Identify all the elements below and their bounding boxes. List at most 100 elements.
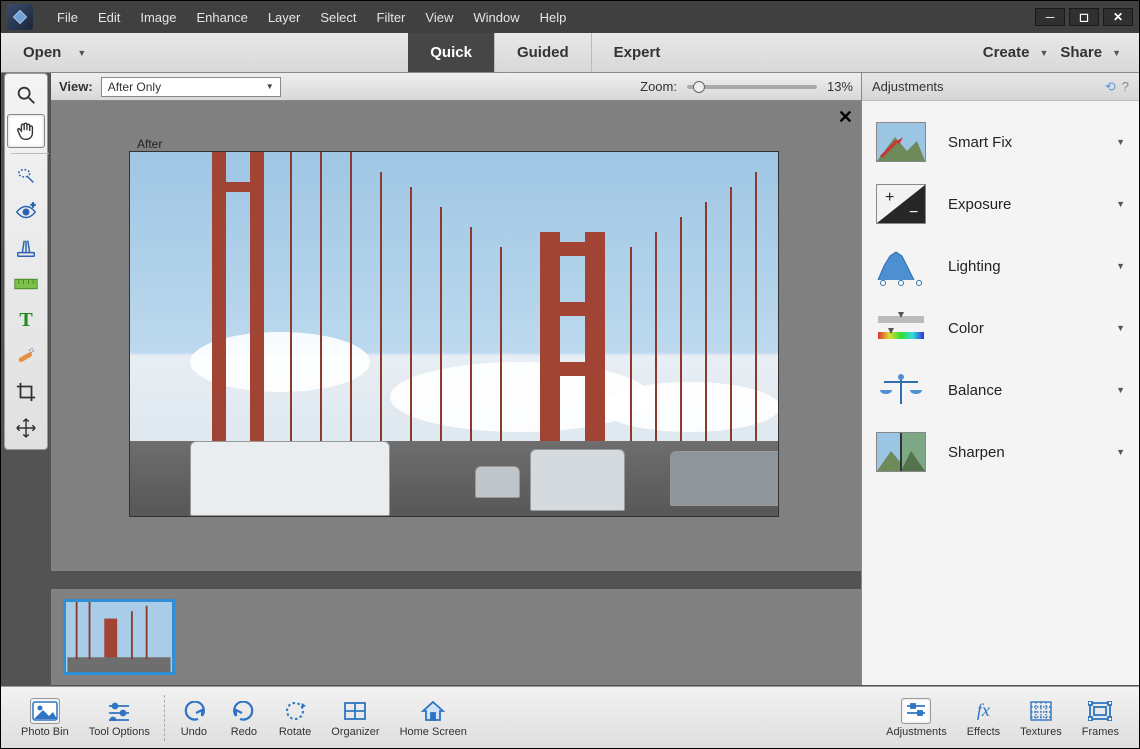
adj-color[interactable]: Color ▼ (862, 297, 1139, 359)
homescreen-button[interactable]: Home Screen (390, 698, 477, 738)
minimize-button[interactable]: ─ (1035, 8, 1065, 26)
chevron-down-icon: ▼ (1116, 447, 1125, 457)
adj-lighting[interactable]: Lighting ▼ (862, 235, 1139, 297)
view-label: View: (59, 79, 93, 94)
open-menu[interactable]: Open ▼ (1, 33, 108, 72)
organizer-button[interactable]: Organizer (321, 698, 389, 738)
chevron-down-icon: ▼ (1112, 48, 1121, 58)
close-button[interactable]: ✕ (1103, 8, 1133, 26)
undo-button[interactable]: Undo (169, 698, 219, 738)
straighten-tool[interactable] (7, 267, 45, 301)
bbtn-label: Effects (967, 726, 1000, 738)
document-canvas[interactable] (129, 151, 779, 517)
bbtn-label: Redo (231, 726, 257, 738)
zoom-slider-thumb[interactable] (693, 81, 705, 93)
share-menu[interactable]: Share▼ (1060, 44, 1121, 61)
tab-quick[interactable]: Quick (408, 33, 494, 72)
photo-bin (51, 589, 861, 685)
bbtn-label: Adjustments (886, 726, 947, 738)
view-dropdown[interactable]: After Only ▼ (101, 77, 281, 97)
tool-strip: + T (4, 73, 48, 450)
photobin-button[interactable]: Photo Bin (11, 698, 79, 738)
canvas-area: ✕ After (51, 101, 861, 571)
menu-image[interactable]: Image (130, 6, 186, 29)
reset-icon[interactable]: ⟲ (1105, 79, 1116, 95)
adj-exposure[interactable]: +− Exposure ▼ (862, 173, 1139, 235)
adj-label: Balance (948, 382, 1116, 399)
app-icon (7, 4, 33, 30)
tooloptions-button[interactable]: Tool Options (79, 698, 160, 738)
hand-tool[interactable] (7, 114, 45, 148)
adj-label: Smart Fix (948, 134, 1116, 151)
adjustments-panel: Adjustments ⟲ ? Smart Fix ▼ +− Exposure … (861, 73, 1139, 685)
menu-help[interactable]: Help (530, 6, 577, 29)
spot-heal-tool[interactable] (7, 339, 45, 373)
adj-balance[interactable]: Balance ▼ (862, 359, 1139, 421)
menu-filter[interactable]: Filter (367, 6, 416, 29)
menu-edit[interactable]: Edit (88, 6, 130, 29)
adjustments-list: Smart Fix ▼ +− Exposure ▼ Lighting ▼ Col… (862, 101, 1139, 493)
textures-button[interactable]: Textures (1010, 698, 1072, 738)
adjustments-button[interactable]: Adjustments (876, 698, 957, 738)
type-tool[interactable]: T (7, 303, 45, 337)
rotate-icon (280, 698, 310, 724)
home-icon (418, 698, 448, 724)
redeye-tool[interactable]: + (7, 195, 45, 229)
whiten-teeth-tool[interactable] (7, 231, 45, 265)
chevron-down-icon: ▼ (1116, 323, 1125, 333)
zoom-value: 13% (827, 79, 853, 94)
menu-enhance[interactable]: Enhance (187, 6, 258, 29)
adj-label: Exposure (948, 196, 1116, 213)
chevron-down-icon: ▼ (1116, 137, 1125, 147)
adj-label: Sharpen (948, 444, 1116, 461)
zoom-slider[interactable] (687, 85, 817, 89)
fx-icon: fx (968, 698, 998, 724)
bin-thumbnail[interactable] (63, 599, 175, 675)
bbtn-label: Frames (1082, 726, 1119, 738)
bbtn-label: Tool Options (89, 726, 150, 738)
menu-file[interactable]: File (47, 6, 88, 29)
zoom-tool[interactable] (7, 78, 45, 112)
after-label: After (137, 137, 162, 151)
close-document-button[interactable]: ✕ (838, 107, 853, 128)
frames-icon (1085, 698, 1115, 724)
tooloptions-icon (104, 698, 134, 724)
tab-expert[interactable]: Expert (591, 33, 683, 72)
textures-icon (1026, 698, 1056, 724)
create-menu[interactable]: Create▼ (983, 44, 1049, 61)
bbtn-label: Organizer (331, 726, 379, 738)
move-tool[interactable] (7, 411, 45, 445)
photobin-icon (30, 698, 60, 724)
quick-select-tool[interactable] (7, 159, 45, 193)
menu-select[interactable]: Select (310, 6, 366, 29)
menu-window[interactable]: Window (463, 6, 529, 29)
mode-bar: Open ▼ Quick Guided Expert Create▼ Share… (1, 33, 1139, 73)
bbtn-label: Rotate (279, 726, 311, 738)
menu-layer[interactable]: Layer (258, 6, 311, 29)
bbtn-label: Undo (181, 726, 207, 738)
crop-tool[interactable] (7, 375, 45, 409)
redo-button[interactable]: Redo (219, 698, 269, 738)
menu-bar: File Edit Image Enhance Layer Select Fil… (1, 1, 1139, 33)
open-label: Open (23, 44, 61, 61)
undo-icon (179, 698, 209, 724)
bbtn-label: Home Screen (400, 726, 467, 738)
tab-guided[interactable]: Guided (494, 33, 591, 72)
rotate-button[interactable]: Rotate (269, 698, 321, 738)
chevron-down-icon: ▼ (1116, 199, 1125, 209)
redo-icon (229, 698, 259, 724)
zoom-label: Zoom: (640, 79, 677, 94)
lighting-icon (876, 246, 926, 286)
effects-button[interactable]: fx Effects (957, 698, 1010, 738)
frames-button[interactable]: Frames (1072, 698, 1129, 738)
menu-view[interactable]: View (415, 6, 463, 29)
svg-text:+: + (31, 201, 36, 209)
exposure-icon: +− (876, 184, 926, 224)
chevron-down-icon: ▼ (266, 82, 274, 91)
maximize-button[interactable]: ◻ (1069, 8, 1099, 26)
chevron-down-icon: ▼ (77, 48, 86, 58)
adj-sharpen[interactable]: Sharpen ▼ (862, 421, 1139, 483)
help-icon[interactable]: ? (1122, 79, 1129, 95)
chevron-down-icon: ▼ (1039, 48, 1048, 58)
adj-smartfix[interactable]: Smart Fix ▼ (862, 111, 1139, 173)
